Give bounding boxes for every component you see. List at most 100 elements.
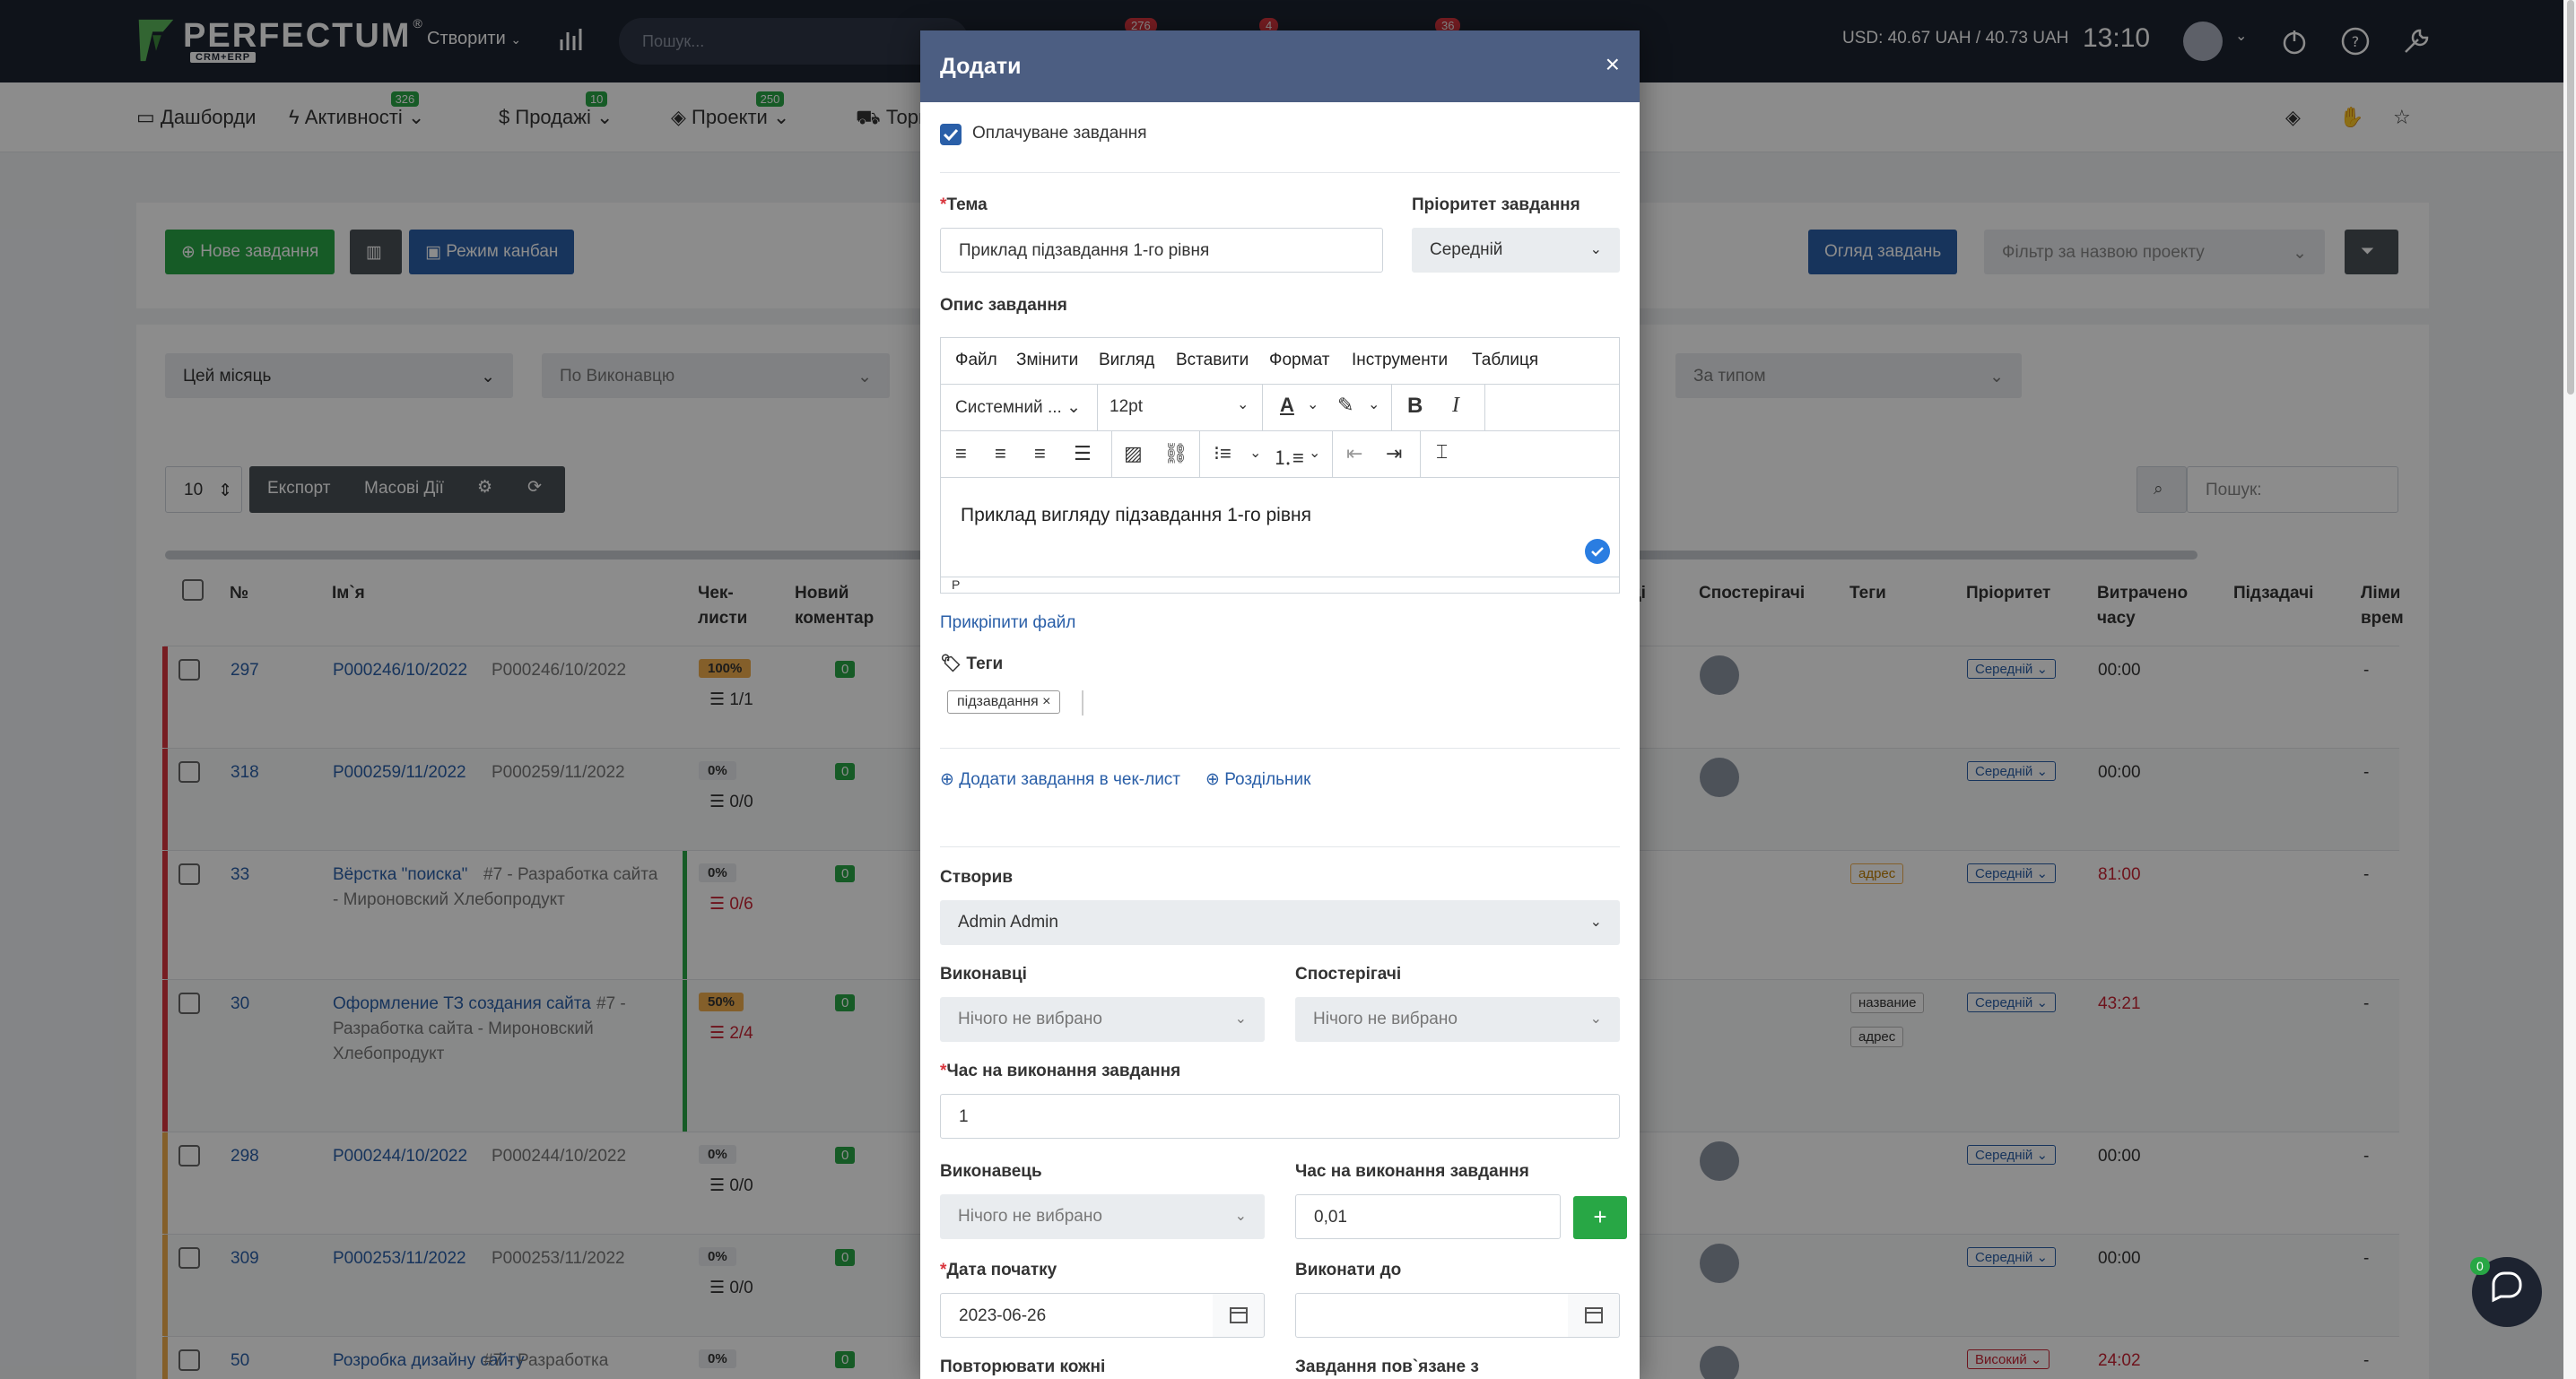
close-icon[interactable]: × (1042, 694, 1050, 709)
chevron-down-icon[interactable]: ⌄ (1368, 395, 1379, 413)
watchers-value: Нічого не вибрано (1313, 1010, 1458, 1028)
tag-chip: підзавдання × (947, 690, 1061, 714)
font-family-value: Системний ... (955, 398, 1062, 417)
repeat-label: Повторювати кожні (940, 1357, 1106, 1376)
align-center-icon[interactable]: ≡ (995, 442, 1006, 465)
close-icon[interactable]: × (1606, 50, 1620, 79)
assignees-select[interactable]: Нічого не вибрано ⌄ (940, 997, 1265, 1042)
exec-time-input[interactable]: 0,01 (1295, 1194, 1561, 1239)
separator-link[interactable]: ⊕ Роздільник (1205, 769, 1310, 790)
chevron-down-icon[interactable]: ⌄ (1309, 444, 1320, 462)
toolbar-separator (1332, 431, 1333, 478)
creator-label: Створив (940, 868, 1014, 887)
toolbar-separator (1420, 431, 1421, 478)
divider (940, 172, 1620, 173)
align-justify-icon[interactable]: ☰ (1074, 442, 1092, 465)
chat-badge: 0 (2470, 1257, 2490, 1275)
editor-toolbar-1: Системний ... ⌄ 12pt ⌄ A ⌄ ✎ ⌄ B I (941, 385, 1619, 431)
chevron-down-icon: ⌄ (1234, 1011, 1247, 1027)
chevron-down-icon[interactable]: ⌄ (1307, 395, 1318, 413)
toolbar-separator (1391, 385, 1392, 431)
billable-label: Оплачуване завдання (972, 124, 1147, 143)
align-right-icon[interactable]: ≡ (1034, 442, 1046, 465)
executor-value: Нічого не вибрано (958, 1207, 1102, 1226)
highlight-color-icon[interactable]: ✎ (1337, 394, 1353, 417)
billable-checkbox[interactable] (940, 124, 962, 145)
subject-input[interactable]: Приклад підзавдання 1-го рівня (940, 228, 1383, 273)
editor-content[interactable]: Приклад вигляду підзавдання 1-го рівня (961, 505, 1311, 526)
start-date-label-text: Дата початку (946, 1261, 1057, 1279)
tags-input[interactable] (1082, 690, 1083, 716)
separator-label: Роздільник (1224, 770, 1311, 789)
tags-label: 🏷 Теги (940, 653, 1003, 674)
text-color-icon[interactable]: A (1280, 394, 1294, 417)
watchers-select[interactable]: Нічого не вибрано ⌄ (1295, 997, 1620, 1042)
outdent-icon[interactable]: ⇤ (1346, 442, 1362, 465)
bullet-list-icon[interactable]: ⁝≡ (1214, 442, 1231, 465)
add-to-checklist-link[interactable]: ⊕ Додати завдання в чек-лист (940, 769, 1180, 790)
assignees-label: Виконавці (940, 965, 1027, 984)
toolbar-separator (1484, 385, 1485, 431)
start-date-input[interactable]: 2023-06-26 (940, 1293, 1214, 1338)
priority-value: Середній (1430, 240, 1503, 259)
toolbar-separator (1111, 431, 1112, 478)
due-date-input[interactable] (1295, 1293, 1570, 1338)
time-label-text: Час на виконання завдання (946, 1062, 1181, 1080)
priority-label: Пріоритет завдання (1412, 195, 1580, 214)
numbered-list-icon[interactable]: ⒈≡ (1273, 442, 1304, 471)
bold-icon[interactable]: B (1407, 394, 1423, 419)
linked-label: Завдання пов`язане з (1295, 1357, 1479, 1376)
add-executor-button[interactable]: + (1573, 1196, 1627, 1239)
divider (940, 846, 1620, 847)
toolbar-separator (1199, 431, 1200, 478)
editor-menu-format[interactable]: Формат (1269, 351, 1330, 370)
calendar-glyph-icon (1230, 1307, 1248, 1323)
tag-chip-label: підзавдання (957, 694, 1039, 709)
time-label: *Час на виконання завдання (940, 1062, 1181, 1080)
editor-statusbar: P (941, 577, 1619, 594)
toolbar-separator (1262, 385, 1263, 431)
link-icon[interactable]: ⛓ (1163, 442, 1188, 465)
executor-select[interactable]: Нічого не вибрано ⌄ (940, 1194, 1265, 1239)
add-to-checklist-label: Додати завдання в чек-лист (959, 770, 1181, 789)
plus-circle-icon: ⊕ (1205, 770, 1220, 789)
calendar-icon[interactable] (1568, 1293, 1620, 1338)
indent-icon[interactable]: ⇥ (1386, 442, 1402, 465)
plus-circle-icon: ⊕ (940, 770, 954, 789)
attach-file-link[interactable]: Прикріпити файл (940, 613, 1075, 633)
page-scroll-thumb[interactable] (2567, 0, 2574, 395)
time-input[interactable]: 1 (940, 1094, 1620, 1139)
font-size-select[interactable]: 12pt (1110, 397, 1143, 417)
image-icon[interactable]: ▨ (1124, 442, 1143, 465)
calendar-icon[interactable] (1213, 1293, 1265, 1338)
editor-menu-edit[interactable]: Змінити (1016, 351, 1078, 370)
editor-menu-insert[interactable]: Вставити (1176, 351, 1249, 370)
grammar-check-icon[interactable] (1585, 539, 1610, 564)
watchers-label: Спостерігачі (1295, 965, 1402, 984)
add-task-modal: Додати × Оплачуване завдання *Тема Прикл… (920, 30, 1640, 1379)
editor-menu-tools[interactable]: Інструменти (1352, 351, 1448, 370)
italic-icon[interactable]: I (1452, 394, 1459, 418)
editor-menu-view[interactable]: Вигляд (1099, 351, 1154, 370)
modal-header: Додати × (920, 30, 1640, 102)
priority-select[interactable]: Середній ⌄ (1412, 228, 1620, 273)
checkmark-icon (943, 128, 959, 142)
font-size-value: 12pt (1110, 397, 1143, 416)
font-family-select[interactable]: Системний ... ⌄ (955, 397, 1081, 418)
exec-time-label: Час на виконання завдання (1295, 1162, 1529, 1181)
executor-label: Виконавець (940, 1162, 1042, 1181)
editor-toolbar-2: ≡ ≡ ≡ ☰ ▨ ⛓ ⁝≡ ⌄ ⒈≡ ⌄ ⇤ ⇥ ⌶ (941, 431, 1619, 478)
modal-title: Додати (940, 54, 1022, 79)
creator-select[interactable]: Admin Admin ⌄ (940, 900, 1620, 945)
page-break-icon[interactable]: ⌶ (1436, 440, 1448, 464)
editor-menu-table[interactable]: Таблиця (1472, 351, 1538, 370)
align-left-icon[interactable]: ≡ (955, 442, 967, 465)
checkmark-icon (1591, 547, 1604, 557)
description-label: Опис завдання (940, 296, 1067, 315)
subject-label-text: Тема (946, 195, 988, 214)
editor-menu-file[interactable]: Файл (955, 351, 997, 370)
rich-text-editor: Файл Змінити Вигляд Вставити Формат Інст… (940, 337, 1620, 594)
chevron-down-icon[interactable]: ⌄ (1249, 444, 1261, 462)
due-date-label: Виконати до (1295, 1261, 1402, 1279)
chevron-down-icon: ⌄ (1237, 397, 1249, 412)
